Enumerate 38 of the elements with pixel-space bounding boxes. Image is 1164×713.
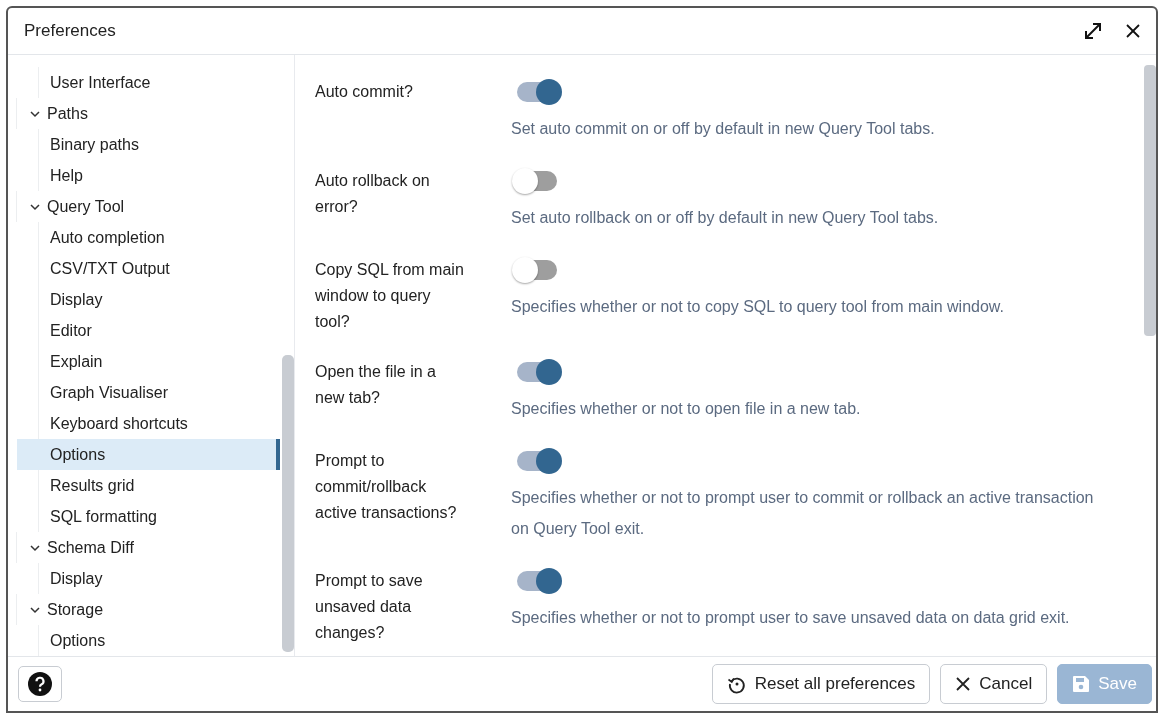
tree-item[interactable]: Help — [17, 160, 280, 191]
help-button[interactable] — [18, 666, 62, 702]
dialog-title: Preferences — [24, 21, 117, 41]
close-icon[interactable] — [1124, 22, 1142, 40]
setting-description: Specifies whether or not to prompt user to commit or rollback an active transaction on Query Tool exit. — [511, 488, 1095, 539]
help-icon — [28, 672, 52, 696]
setting-label: Auto commit? — [315, 82, 414, 102]
setting-description: Specifies whether or not to open file in a new tab. — [511, 399, 862, 419]
setting-description: Set auto rollback on or off by default in new Query Tool tabs. — [511, 208, 940, 228]
tree-item[interactable]: User Interface — [17, 67, 280, 98]
tree-item[interactable]: Options — [17, 439, 280, 470]
setting-label: Open the file in a new tab? — [315, 362, 437, 408]
maximize-icon[interactable] — [1082, 20, 1104, 42]
setting-label: Prompt to commit/rollback active transactions? — [315, 451, 458, 523]
scrollbar-thumb[interactable] — [282, 355, 294, 652]
tree-item[interactable]: Options — [17, 625, 280, 656]
tree-item[interactable]: Keyboard shortcuts — [17, 408, 280, 439]
tree-item[interactable]: SQL formatting — [17, 501, 280, 532]
setting-description: Specifies whether or not to copy SQL to query tool from main window. — [511, 297, 1005, 317]
setting-label: Prompt to save unsaved data changes? — [315, 571, 424, 643]
tree-item[interactable]: Graph Visualiser — [17, 377, 280, 408]
setting-label: Copy SQL from main window to query tool? — [315, 260, 465, 332]
tree-item[interactable]: Display — [17, 563, 280, 594]
setting-label: Auto rollback on error? — [315, 171, 431, 217]
tree-item[interactable]: Auto completion — [17, 222, 280, 253]
tree-item[interactable]: Display — [17, 284, 280, 315]
reset-button[interactable]: Reset all preferences — [711, 664, 931, 704]
tree-item[interactable]: CSV/TXT Output — [17, 253, 280, 284]
tree-item[interactable]: Binary paths — [17, 129, 280, 160]
setting-description: Set auto commit on or off by default in new Query Tool tabs. — [511, 119, 936, 139]
tree-item[interactable]: Explain — [17, 346, 280, 377]
save-icon — [1072, 675, 1091, 693]
cancel-button[interactable]: Cancel — [940, 664, 1048, 704]
scrollbar-thumb[interactable] — [1144, 65, 1156, 336]
tree-item[interactable]: Editor — [17, 315, 280, 346]
setting-description: Specifies whether or not to prompt user to save unsaved data on data grid exit. — [511, 608, 1071, 628]
tree-item[interactable]: Results grid — [17, 470, 280, 501]
close-icon — [955, 676, 972, 692]
